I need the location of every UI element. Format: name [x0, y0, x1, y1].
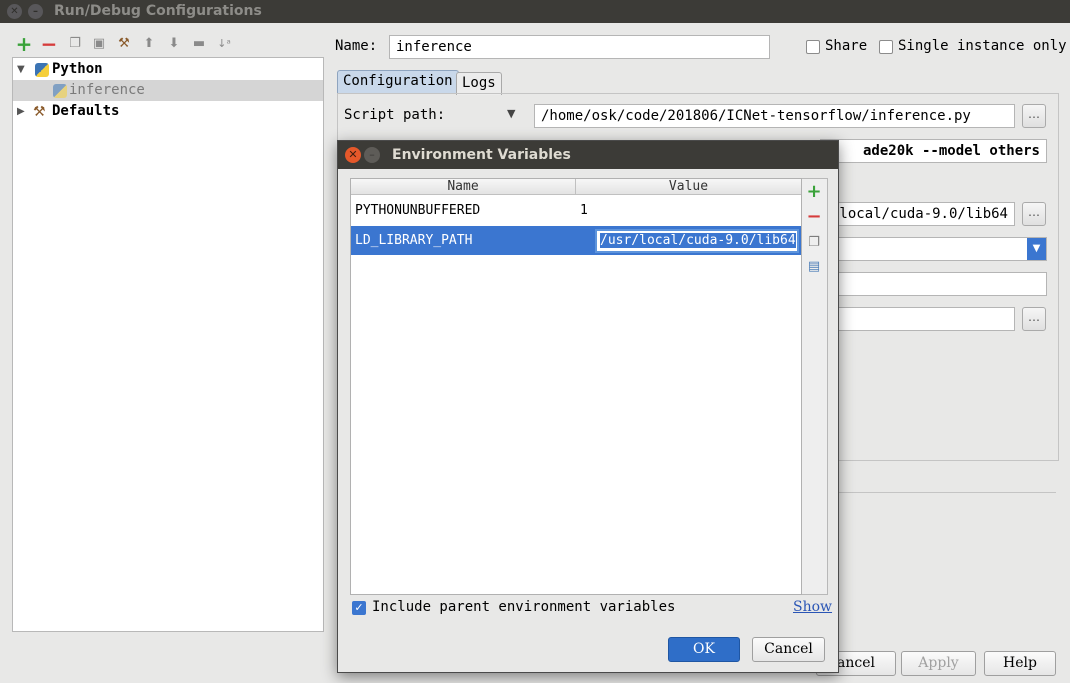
include-parent-label: Include parent environment variables — [372, 599, 676, 615]
column-header-value[interactable]: Value — [576, 179, 801, 195]
environment-variables-input[interactable]: /local/cuda-9.0/lib64 — [820, 202, 1015, 226]
cancel-button[interactable]: Cancel — [752, 637, 825, 662]
env-value-edit-field[interactable]: /usr/local/cuda-9.0/lib64 — [595, 229, 799, 253]
name-input[interactable]: inference — [389, 35, 770, 59]
save-icon[interactable]: ▣ — [90, 35, 108, 53]
add-configuration-icon[interactable]: + — [15, 34, 33, 54]
environment-variables-dialog: ✕ – Environment Variables Name Value PYT… — [337, 140, 839, 673]
add-variable-icon[interactable]: + — [806, 183, 822, 201]
sort-icon[interactable]: ↓ᵃ — [215, 35, 233, 53]
help-button[interactable]: Help — [984, 651, 1056, 676]
wrench-icon: ⚒ — [33, 104, 46, 120]
folder-icon[interactable]: ▬ — [190, 35, 208, 53]
tab-configuration[interactable]: Configuration — [337, 70, 459, 93]
python-icon — [53, 84, 67, 98]
ok-button[interactable]: OK — [668, 637, 740, 662]
share-checkbox[interactable] — [806, 40, 820, 54]
dialog-title: Environment Variables — [392, 147, 571, 163]
interpreter-select[interactable]: ▼ — [820, 237, 1047, 261]
remove-configuration-icon[interactable]: − — [40, 34, 58, 54]
paste-icon[interactable]: ▤ — [806, 259, 822, 275]
environment-variables-table[interactable]: Name Value PYTHONUNBUFFERED 1 LD_LIBRARY… — [350, 178, 802, 595]
tree-item-defaults[interactable]: ▶ ⚒ Defaults — [13, 101, 323, 122]
remove-variable-icon[interactable]: − — [806, 208, 822, 226]
window-titlebar: ✕ – Run/Debug Configurations — [0, 0, 1070, 23]
column-header-name[interactable]: Name — [351, 179, 576, 195]
env-row-name[interactable]: PYTHONUNBUFFERED — [351, 196, 576, 225]
window-title: Run/Debug Configurations — [54, 3, 262, 19]
move-up-icon[interactable]: ⬆ — [140, 35, 158, 53]
dialog-titlebar: ✕ – Environment Variables — [338, 141, 838, 169]
name-label: Name: — [335, 38, 378, 54]
tree-item-label: Python — [52, 61, 103, 77]
edit-environment-button[interactable]: … — [1022, 202, 1046, 226]
divider — [820, 492, 1056, 493]
collapse-arrow-icon[interactable]: ▶ — [17, 101, 25, 122]
move-down-icon[interactable]: ⬇ — [165, 35, 183, 53]
expand-arrow-icon[interactable]: ▼ — [17, 59, 25, 80]
window-close-icon[interactable]: ✕ — [7, 4, 22, 19]
single-instance-label: Single instance only — [898, 38, 1067, 54]
single-instance-checkbox[interactable] — [879, 40, 893, 54]
parameters-input[interactable]: ade20k --model others — [820, 139, 1047, 163]
env-row-value[interactable]: 1 — [576, 196, 801, 225]
tree-item-python[interactable]: ▼ Python — [13, 59, 323, 80]
dialog-close-icon[interactable]: ✕ — [345, 147, 361, 163]
copy-icon[interactable]: ❐ — [806, 235, 822, 251]
script-path-input[interactable]: /home/osk/code/201806/ICNet-tensorflow/i… — [534, 104, 1015, 128]
interpreter-options-input[interactable] — [820, 272, 1047, 296]
wrench-icon[interactable]: ⚒ — [115, 35, 133, 53]
tree-item-inference[interactable]: inference — [13, 80, 323, 101]
working-directory-input[interactable]: w — [820, 307, 1015, 331]
env-row-name-selected[interactable]: LD_LIBRARY_PATH — [351, 226, 576, 255]
configuration-tree[interactable]: ▼ Python inference ▶ ⚒ Defaults — [12, 57, 324, 632]
window-minimize-icon[interactable]: – — [28, 4, 43, 19]
chevron-down-icon[interactable]: ▼ — [507, 107, 515, 120]
tree-item-label: inference — [69, 82, 145, 98]
apply-button[interactable]: Apply — [901, 651, 976, 676]
show-link[interactable]: Show — [793, 599, 832, 615]
script-path-label: Script path: — [344, 107, 446, 123]
share-label: Share — [825, 38, 868, 54]
dialog-minimize-icon[interactable]: – — [364, 147, 380, 163]
table-actions-strip: + − ❐ ▤ — [802, 178, 828, 595]
include-parent-checkbox[interactable]: ✓ — [352, 601, 366, 615]
copy-icon[interactable]: ❐ — [66, 35, 84, 53]
chevron-down-icon[interactable]: ▼ — [1027, 238, 1046, 260]
browse-working-directory-button[interactable]: … — [1022, 307, 1046, 331]
tree-item-label: Defaults — [52, 103, 120, 119]
browse-script-button[interactable]: … — [1022, 104, 1046, 128]
tab-logs[interactable]: Logs — [456, 72, 502, 95]
python-icon — [35, 63, 49, 77]
